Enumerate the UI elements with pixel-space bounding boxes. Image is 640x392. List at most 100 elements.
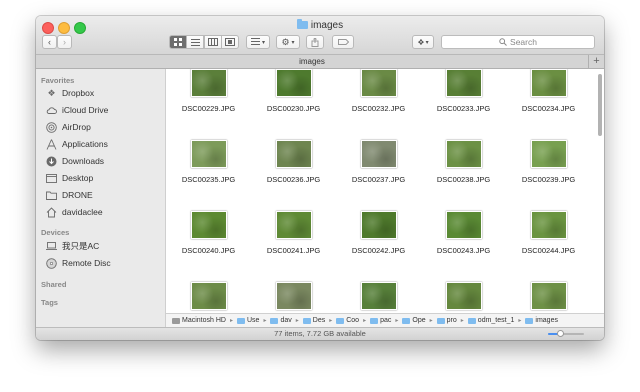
vertical-scrollbar[interactable]: [598, 74, 602, 136]
status-text: 77 items, 7.72 GB available: [274, 329, 366, 338]
folder-icon: [467, 317, 476, 324]
image-thumbnail: [530, 211, 567, 239]
hard-drive-icon: [172, 317, 180, 324]
sidebar-item-dropbox[interactable]: ❖ Dropbox: [46, 86, 94, 100]
folder-icon: [336, 317, 345, 324]
sidebar-item-label: Applications: [62, 139, 108, 149]
path-crumb[interactable]: Des: [302, 317, 325, 324]
sidebar-item-desktop[interactable]: Desktop: [46, 171, 93, 185]
list-view-button[interactable]: [186, 35, 204, 49]
disc-icon: [46, 257, 57, 269]
chevron-right-icon: ▸: [229, 318, 233, 324]
sidebar-item-computer[interactable]: 我只是AC: [46, 239, 99, 253]
folder-icon: [402, 317, 411, 324]
path-crumb[interactable]: Macintosh HD: [172, 317, 226, 324]
sidebar-item-drone[interactable]: DRONE: [46, 188, 93, 202]
chevron-down-icon: ▾: [425, 39, 429, 46]
dropbox-menu-button[interactable]: ❖ ▾: [412, 35, 434, 49]
coverflow-view-button[interactable]: [221, 35, 239, 49]
file-item[interactable]: DSC00236.JPG: [251, 140, 336, 184]
sidebar-item-label: AirDrop: [62, 122, 91, 132]
path-crumb[interactable]: odm_test_1: [467, 317, 515, 324]
image-thumbnail: [530, 69, 567, 97]
file-name: DSC00237.JPG: [351, 175, 406, 184]
path-crumb-label: images: [535, 317, 558, 324]
dropbox-icon: ❖: [417, 37, 425, 47]
columns-icon: [207, 38, 218, 46]
file-item[interactable]: DSC00242.JPG: [336, 211, 421, 255]
folder-icon: [436, 317, 445, 324]
image-thumbnail: [190, 69, 227, 97]
file-item[interactable]: DSC00233.JPG: [421, 69, 506, 113]
sidebar-item-davidaclee[interactable]: davidaclee: [46, 205, 103, 219]
icon-size-slider[interactable]: [548, 330, 584, 337]
file-item[interactable]: DSC00230.JPG: [251, 69, 336, 113]
path-crumb-label: Macintosh HD: [182, 317, 226, 324]
sidebar-item-airdrop[interactable]: AirDrop: [46, 120, 91, 134]
file-item[interactable]: [166, 282, 251, 313]
path-crumb[interactable]: pac: [370, 317, 391, 324]
sidebar-item-label: Dropbox: [62, 88, 95, 98]
sidebar-item-icloud-drive[interactable]: iCloud Drive: [46, 103, 108, 117]
share-button[interactable]: [306, 35, 324, 49]
sidebar-heading-favorites: Favorites: [41, 76, 75, 85]
path-crumb-label: odm_test_1: [477, 317, 515, 324]
file-name: DSC00242.JPG: [351, 246, 406, 255]
folder-icon: [270, 317, 279, 324]
icon-view-button[interactable]: [168, 35, 187, 49]
file-name: DSC00235.JPG: [181, 175, 236, 184]
file-item[interactable]: [506, 282, 591, 313]
file-item[interactable]: DSC00241.JPG: [251, 211, 336, 255]
file-item[interactable]: [421, 282, 506, 313]
forward-button[interactable]: ›: [57, 35, 72, 49]
tab-images[interactable]: images: [36, 55, 589, 69]
file-item[interactable]: DSC00240.JPG: [166, 211, 251, 255]
file-item[interactable]: DSC00238.JPG: [421, 140, 506, 184]
sidebar-item-applications[interactable]: Applications: [46, 137, 108, 151]
sidebar: Favorites ❖ Dropbox iCloud Drive AirDrop …: [36, 69, 166, 327]
slider-knob[interactable]: [557, 330, 565, 337]
file-item[interactable]: DSC00239.JPG: [506, 140, 591, 184]
back-button[interactable]: ‹: [42, 35, 57, 49]
file-name: DSC00234.JPG: [521, 104, 576, 113]
file-item[interactable]: DSC00234.JPG: [506, 69, 591, 113]
file-item[interactable]: DSC00237.JPG: [336, 140, 421, 184]
file-name: DSC00240.JPG: [181, 246, 236, 255]
file-item[interactable]: [251, 282, 336, 313]
finder-window: images ‹ › ▾ ⚙ ▾ ❖ ▾ Search images + Fav…: [36, 16, 604, 340]
window-title: images: [36, 19, 604, 31]
add-tab-button[interactable]: +: [589, 55, 604, 69]
search-field[interactable]: Search: [441, 35, 595, 49]
file-item[interactable]: DSC00235.JPG: [166, 140, 251, 184]
image-thumbnail: [190, 211, 227, 239]
action-button[interactable]: ⚙ ▾: [276, 35, 300, 49]
path-crumb[interactable]: dav: [270, 317, 292, 324]
path-crumb-label: Use: [246, 317, 260, 324]
grid-icon: [173, 38, 182, 46]
sidebar-item-downloads[interactable]: Downloads: [46, 154, 104, 168]
path-crumb[interactable]: images: [525, 317, 558, 324]
file-item[interactable]: DSC00232.JPG: [336, 69, 421, 113]
arrange-button[interactable]: ▾: [246, 35, 270, 49]
file-name: DSC00230.JPG: [266, 104, 321, 113]
file-item[interactable]: [336, 282, 421, 313]
chevron-down-icon: ▾: [261, 39, 265, 46]
sidebar-item-remote-disc[interactable]: Remote Disc: [46, 256, 111, 270]
column-view-button[interactable]: [203, 35, 222, 49]
file-item[interactable]: DSC00243.JPG: [421, 211, 506, 255]
path-crumb-label: pac: [380, 317, 392, 324]
path-crumb[interactable]: pro: [436, 317, 457, 324]
sidebar-heading-devices: Devices: [41, 228, 70, 237]
chevron-right-icon: ▸: [429, 318, 433, 324]
sidebar-item-label: Downloads: [62, 156, 105, 166]
chevron-left-icon: ‹: [48, 37, 51, 47]
laptop-icon: [46, 241, 57, 252]
path-crumb[interactable]: Coo: [336, 317, 359, 324]
path-crumb[interactable]: Ope: [402, 317, 426, 324]
file-item[interactable]: DSC00229.JPG: [166, 69, 251, 113]
path-crumb[interactable]: Use: [236, 317, 260, 324]
sidebar-heading-shared: Shared: [41, 280, 67, 289]
file-item[interactable]: DSC00244.JPG: [506, 211, 591, 255]
chevron-right-icon: ▸: [363, 318, 367, 324]
edit-tags-button[interactable]: [332, 35, 354, 49]
